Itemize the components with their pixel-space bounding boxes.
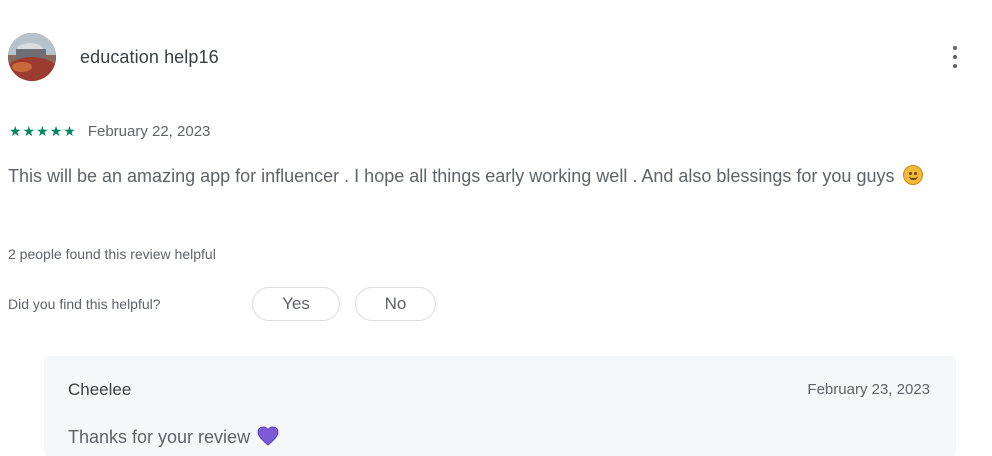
- developer-reply: Cheelee February 23, 2023 Thanks for you…: [44, 356, 956, 456]
- reply-text-block: Thanks for your review: [68, 426, 279, 448]
- avatar: [8, 33, 56, 81]
- star-rating: ★ ★ ★ ★ ★: [9, 124, 76, 138]
- more-vert-icon: [953, 46, 957, 50]
- helpful-question: Did you find this helpful?: [8, 296, 161, 312]
- star-icon: ★: [63, 123, 76, 139]
- review-text-block: This will be an amazing app for influenc…: [8, 162, 988, 191]
- reply-author-name: Cheelee: [68, 380, 132, 399]
- helpful-count: 2 people found this review helpful: [8, 246, 216, 262]
- review-date: February 22, 2023: [87, 122, 211, 140]
- smiling-face-emoji-icon: [903, 165, 924, 185]
- review-text: This will be an amazing app for influenc…: [8, 166, 895, 186]
- reply-text: Thanks for your review: [68, 427, 251, 447]
- review-card: education help16 ★ ★ ★ ★ ★ February 22, …: [0, 0, 992, 456]
- helpful-no-button[interactable]: No: [355, 287, 436, 321]
- star-icon: ★: [36, 123, 49, 139]
- reply-date: February 23, 2023: [807, 381, 930, 398]
- review-author-name: education help16: [80, 46, 219, 67]
- purple-heart-icon: [257, 426, 279, 446]
- star-icon: ★: [49, 123, 63, 139]
- review-meta: ★ ★ ★ ★ ★ February 22, 2023: [9, 121, 210, 141]
- star-icon: ★: [9, 123, 22, 139]
- helpful-feedback: Did you find this helpful? Yes No: [8, 286, 436, 322]
- helpful-yes-button[interactable]: Yes: [252, 287, 340, 321]
- review-header: education help16: [8, 33, 219, 81]
- more-options-button[interactable]: [940, 40, 970, 74]
- star-icon: ★: [22, 123, 36, 139]
